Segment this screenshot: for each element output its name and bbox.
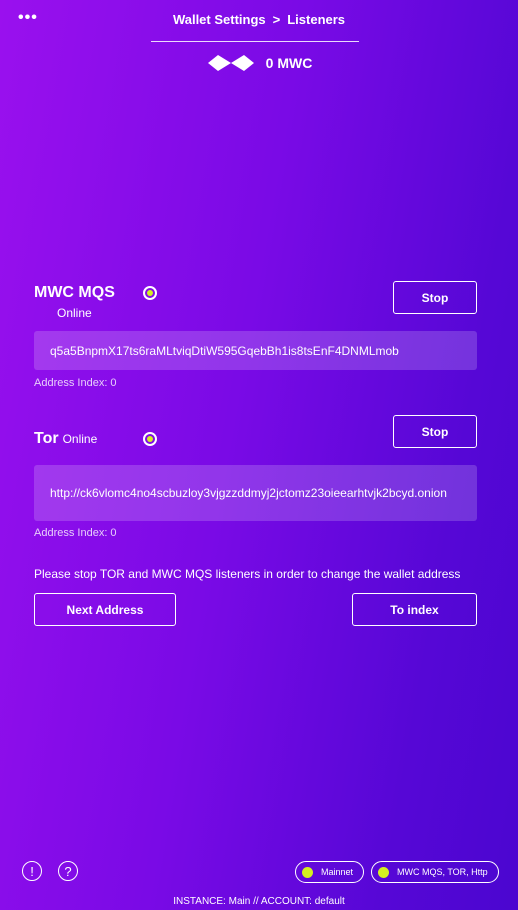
breadcrumb-separator: > (272, 12, 281, 27)
tor-status: Online (62, 432, 98, 446)
listeners-status-dot-icon (378, 866, 389, 878)
mqs-status: Online (57, 306, 92, 320)
instance-account-footer: INSTANCE: Main // ACCOUNT: default (173, 896, 345, 907)
tor-stop-button[interactable]: Stop (393, 415, 477, 448)
tor-title: Tor (34, 430, 59, 447)
stop-listeners-note: Please stop TOR and MWC MQS listeners in… (34, 567, 461, 581)
next-address-button[interactable]: Next Address (34, 593, 176, 626)
balance-display: 0 MWC (0, 53, 518, 73)
network-pill[interactable]: Mainnet (295, 861, 365, 883)
tor-heading: Tor Online (34, 430, 97, 448)
breadcrumb-current: Listeners (287, 12, 346, 27)
listeners-label: MWC MQS, TOR, Http (397, 867, 488, 877)
tor-address-field[interactable]: http://ck6vlomc4no4scbuzloy3vjgzzddmyj2j… (34, 465, 477, 521)
mqs-title: MWC MQS (34, 284, 115, 301)
info-icon[interactable]: ! (22, 861, 42, 881)
breadcrumb-parent[interactable]: Wallet Settings (173, 12, 266, 27)
mqs-stop-button[interactable]: Stop (393, 281, 477, 314)
listeners-pill[interactable]: MWC MQS, TOR, Http (371, 861, 499, 883)
network-status-dot-icon (302, 866, 313, 878)
to-index-button[interactable]: To index (352, 593, 477, 626)
mqs-address-index: Address Index: 0 (34, 377, 117, 389)
tor-status-dot-icon (143, 432, 157, 446)
help-icon[interactable]: ? (58, 861, 78, 881)
breadcrumb: Wallet Settings > Listeners (0, 12, 518, 27)
network-label: Mainnet (321, 867, 354, 877)
mqs-address-field[interactable]: q5a5BnpmX17ts6raMLtviqDtiW595GqebBh1is8t… (34, 331, 477, 370)
mwc-logo-icon (207, 55, 254, 71)
balance-amount: 0 MWC (265, 55, 313, 71)
mqs-status-dot-icon (143, 286, 157, 300)
header-divider (151, 41, 359, 42)
tor-address-index: Address Index: 0 (34, 527, 117, 539)
